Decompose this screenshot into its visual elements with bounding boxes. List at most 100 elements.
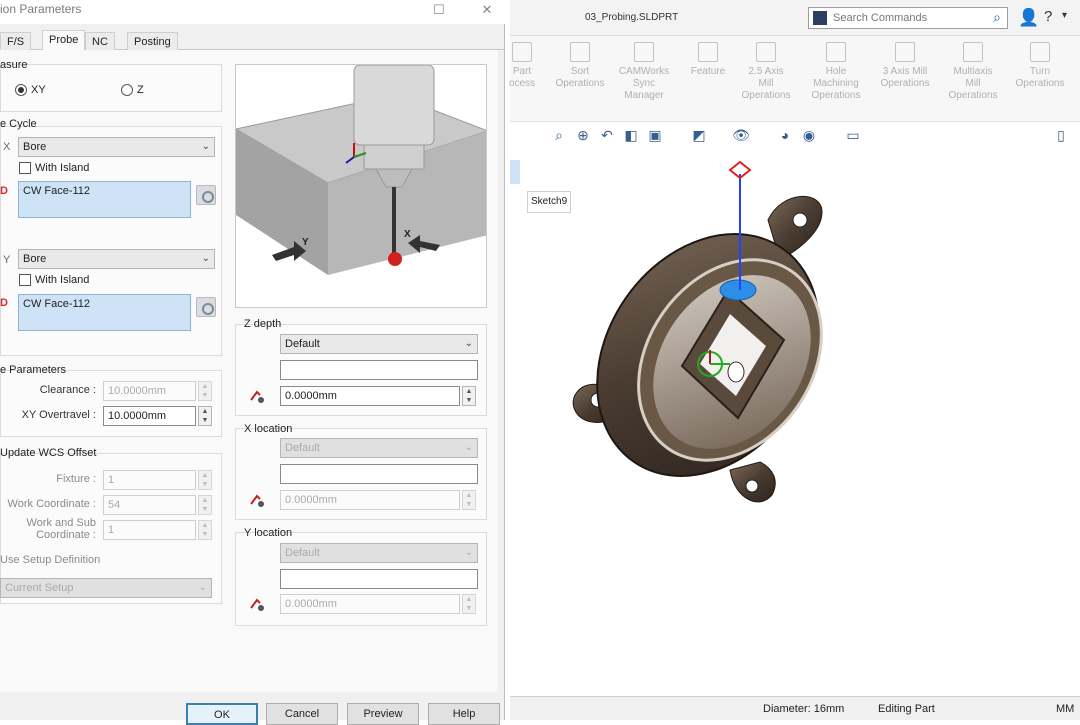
scene-icon[interactable]: ◉ xyxy=(800,126,818,144)
x-cycle-select[interactable]: Bore ⌄ xyxy=(18,137,215,157)
ribbon-multiaxis-mill-button[interactable]: Multiaxis Mill Operations xyxy=(942,42,1004,102)
preview-x-label: X xyxy=(404,229,411,240)
dynamic-annotation-icon[interactable]: ▣ xyxy=(646,126,664,144)
fixture-spinner[interactable]: ▲ ▼ xyxy=(198,470,212,490)
ribbon-sort-operations-button[interactable]: Sort Operations xyxy=(554,42,606,90)
status-units[interactable]: MM xyxy=(1056,703,1074,715)
x-feature-item[interactable]: CW Face-112 xyxy=(23,185,90,197)
clearance-spinner[interactable]: ▲ ▼ xyxy=(198,381,212,401)
y-feature-list[interactable]: CW Face-112 xyxy=(18,294,191,331)
probe-ball xyxy=(388,252,402,266)
work-coordinate-spinner[interactable]: ▲ ▼ xyxy=(198,495,212,515)
measure-xy-radio[interactable] xyxy=(15,84,27,96)
spindle-body xyxy=(353,65,435,146)
z-depth-expression-input[interactable] xyxy=(280,360,478,380)
edit-appearance-icon[interactable]: ◕ xyxy=(776,126,794,144)
chevron-down-icon: ⌄ xyxy=(198,582,207,593)
fixture-input[interactable]: 1 xyxy=(103,470,196,490)
ribbon-label: Sort Operations xyxy=(555,66,605,89)
help-icon[interactable]: ? xyxy=(1044,8,1052,25)
part-model-view[interactable] xyxy=(560,150,860,520)
cancel-button[interactable]: Cancel xyxy=(266,703,338,725)
x-location-spinner[interactable]: ▲ ▼ xyxy=(462,490,476,510)
z-depth-label: Z depth xyxy=(244,318,282,330)
tab-probe[interactable]: Probe xyxy=(42,30,86,51)
y-location-pick-icon[interactable] xyxy=(247,594,269,614)
zoom-area-icon[interactable]: ⊕ xyxy=(574,126,592,144)
x-location-expression-input[interactable] xyxy=(280,464,478,484)
y-location-spinner[interactable]: ▲ ▼ xyxy=(462,594,476,614)
mill-3-icon xyxy=(895,42,915,62)
ribbon-3-axis-mill-button[interactable]: 3 Axis Mill Operations xyxy=(874,42,936,90)
work-sub-coordinate-input[interactable]: 1 xyxy=(103,520,196,540)
panel-toggle-icon[interactable]: ▯ xyxy=(1052,126,1070,144)
ribbon-label: 3 Axis Mill Operations xyxy=(880,66,930,89)
x-cycle-value: Bore xyxy=(23,141,47,153)
turn-icon xyxy=(1030,42,1050,62)
status-mode: Editing Part xyxy=(878,703,935,715)
close-icon[interactable]: ✕ xyxy=(470,0,504,22)
x-location-value-input[interactable]: 0.0000mm xyxy=(280,490,460,510)
search-commands-box[interactable]: Search Commands ⌕ xyxy=(808,7,1008,29)
work-coordinate-label: Work Coordinate : xyxy=(7,498,96,510)
section-view-icon[interactable]: ◧ xyxy=(622,126,640,144)
measure-label: asure xyxy=(0,59,28,71)
y-pick-feature-button[interactable] xyxy=(196,297,216,317)
z-depth-pick-icon[interactable] xyxy=(247,386,269,406)
measure-z-label: Z xyxy=(137,84,144,96)
z-depth-mode-select[interactable]: Default ⌄ xyxy=(280,334,478,354)
tab-nc[interactable]: NC xyxy=(85,32,115,50)
sort-icon xyxy=(570,42,590,62)
xy-overtravel-input[interactable]: 10.0000mm xyxy=(103,406,196,426)
x-location-mode-select[interactable]: Default ⌄ xyxy=(280,438,478,458)
user-icon[interactable]: 👤 xyxy=(1018,8,1039,28)
maximize-icon[interactable]: ☐ xyxy=(422,0,456,22)
zoom-to-fit-icon[interactable]: ⌕ xyxy=(550,126,568,144)
x-with-island-checkbox[interactable] xyxy=(19,162,31,174)
chevron-down-icon[interactable]: ▾ xyxy=(1062,10,1067,21)
y-location-value-input[interactable]: 0.0000mm xyxy=(280,594,460,614)
z-depth-spinner[interactable]: ▲ ▼ xyxy=(462,386,476,406)
measure-z-radio[interactable] xyxy=(121,84,133,96)
y-location-expression-input[interactable] xyxy=(280,569,478,589)
bottom-ear-hole xyxy=(745,479,759,493)
ribbon-sync-manager-button[interactable]: CAMWorks Sync Manager xyxy=(616,42,672,102)
fixture-label: Fixture : xyxy=(56,473,96,485)
ribbon-hole-machining-button[interactable]: Hole Machining Operations xyxy=(804,42,868,102)
measure-xy-label: XY xyxy=(31,84,46,96)
search-icon[interactable]: ⌕ xyxy=(993,9,1001,26)
ribbon-label: Feature xyxy=(690,66,726,77)
ribbon-25-axis-mill-button[interactable]: 2.5 Axis Mill Operations xyxy=(736,42,796,102)
work-sub-coordinate-spinner[interactable]: ▲ ▼ xyxy=(198,520,212,540)
hide-show-icon[interactable]: 👁 xyxy=(732,126,750,144)
preview-button[interactable]: Preview xyxy=(347,703,419,725)
y-with-island-checkbox[interactable] xyxy=(19,274,31,286)
tab-posting[interactable]: Posting xyxy=(127,32,178,50)
y-location-mode-select[interactable]: Default ⌄ xyxy=(280,543,478,563)
search-scope-icon[interactable] xyxy=(813,11,827,25)
ribbon-feature-button[interactable]: Feature xyxy=(684,42,732,78)
display-settings-icon[interactable]: ▭ xyxy=(844,126,862,144)
setup-select[interactable]: Current Setup ⌄ xyxy=(0,578,212,598)
x-pick-feature-button[interactable] xyxy=(196,185,216,205)
tab-fs[interactable]: F/S xyxy=(0,32,32,50)
y-feature-item[interactable]: CW Face-112 xyxy=(23,298,90,310)
dialog-title: ion Parameters xyxy=(0,2,82,16)
ribbon-turn-operations-button[interactable]: Turn Operations xyxy=(1010,42,1070,90)
ok-button[interactable]: OK xyxy=(186,703,258,725)
ribbon-part-process-button[interactable]: Part ocess xyxy=(500,42,544,90)
clearance-input[interactable]: 10.0000mm xyxy=(103,381,196,401)
view-orientation-icon[interactable]: ◩ xyxy=(690,126,708,144)
x-location-pick-icon[interactable] xyxy=(247,490,269,510)
x-with-island-label: With Island xyxy=(35,162,90,174)
x-feature-list[interactable]: CW Face-112 xyxy=(18,181,191,218)
work-coordinate-input[interactable]: 54 xyxy=(103,495,196,515)
help-button[interactable]: Help xyxy=(428,703,500,725)
z-depth-value-input[interactable]: 0.0000mm xyxy=(280,386,460,406)
previous-view-icon[interactable]: ↶ xyxy=(598,126,616,144)
use-setup-definition-label[interactable]: Use Setup Definition xyxy=(0,554,100,566)
y-cycle-select[interactable]: Bore ⌄ xyxy=(18,249,215,269)
dialog-title-bar: ion Parameters ☐ ✕ xyxy=(0,0,505,24)
feature-tree-handle[interactable] xyxy=(510,160,520,184)
xy-overtravel-spinner[interactable]: ▲ ▼ xyxy=(198,406,212,426)
